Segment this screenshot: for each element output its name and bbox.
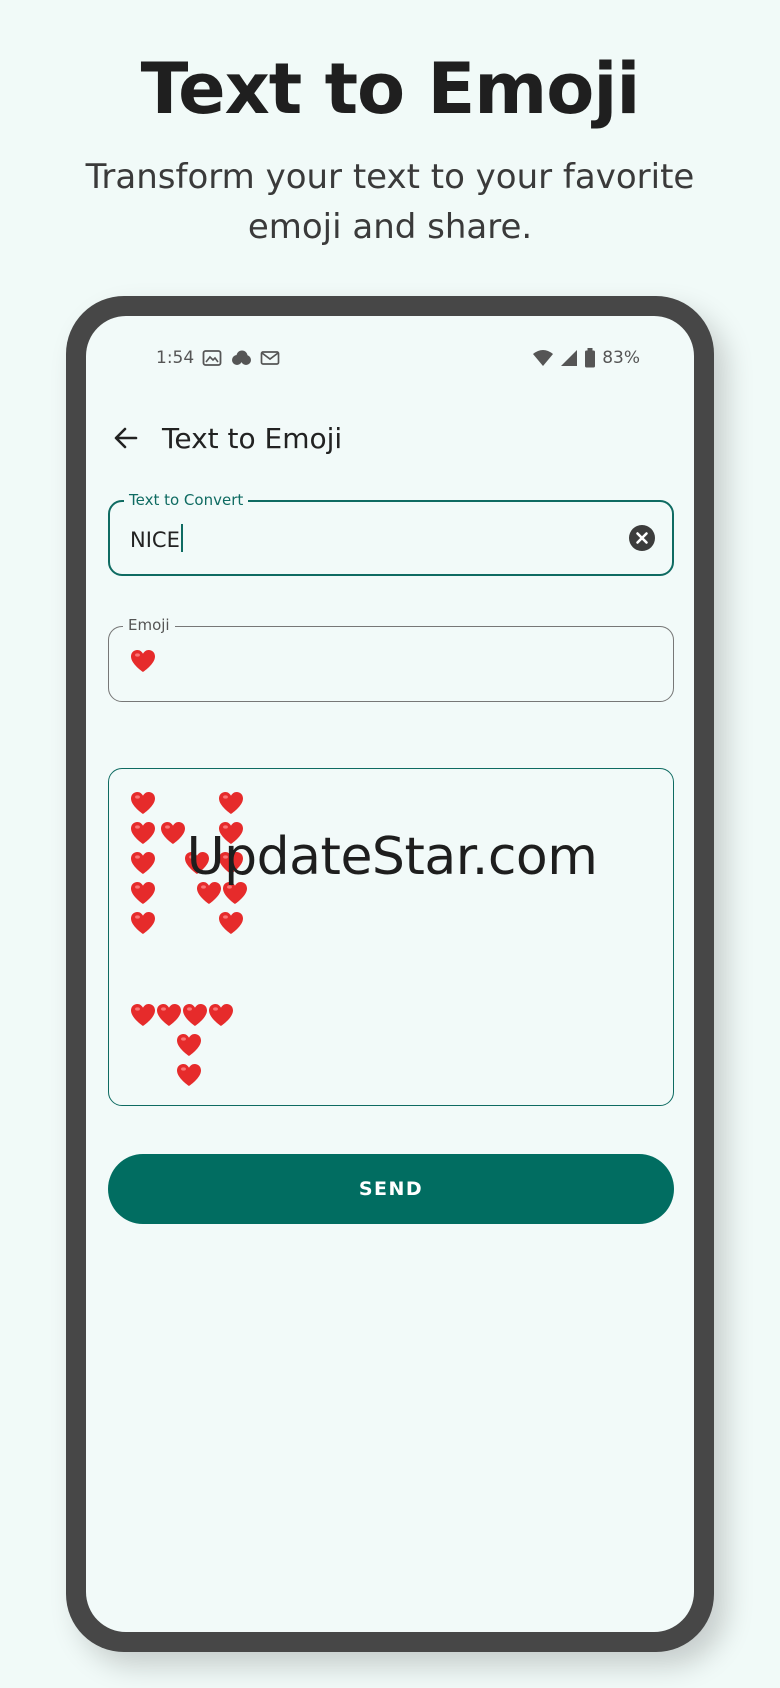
heart-emoji [177, 1034, 201, 1056]
send-button[interactable]: SEND [108, 1154, 674, 1224]
mail-icon [260, 351, 280, 365]
heart-emoji [157, 1004, 181, 1026]
text-caret [180, 524, 183, 552]
heart-emoji [219, 912, 243, 934]
heart-emoji [131, 1004, 155, 1026]
emoji-output-box[interactable]: UpdateStar.com [108, 768, 674, 1106]
emoji-field[interactable]: Emoji [108, 616, 674, 702]
hero-title: Text to Emoji [140, 48, 641, 130]
app-bar: Text to Emoji [86, 408, 694, 468]
battery-icon [585, 348, 596, 368]
text-to-convert-field[interactable]: Text to Convert NICE [108, 491, 674, 576]
heart-emoji [183, 1004, 207, 1026]
wifi-icon [533, 350, 554, 366]
emoji-label: Emoji [123, 616, 175, 634]
arrow-left-icon[interactable] [108, 420, 144, 456]
heart-emoji [209, 1004, 233, 1026]
watermark: UpdateStar.com [186, 827, 598, 887]
clear-circle-icon[interactable] [628, 524, 656, 552]
cloud-icon [232, 350, 252, 365]
text-to-convert-text: NICE [130, 528, 180, 552]
phone-frame: 1:54 83% Text to Emoji Text to Convert N… [66, 296, 714, 1652]
heart-emoji [131, 792, 155, 814]
text-to-convert-label: Text to Convert [124, 491, 249, 509]
hero-subtitle: Transform your text to your favorite emo… [85, 157, 695, 247]
gallery-icon [202, 350, 222, 366]
app-bar-title: Text to Emoji [162, 422, 343, 455]
signal-icon [561, 350, 578, 366]
heart-emoji [131, 912, 155, 934]
text-to-convert-value[interactable]: NICE [130, 524, 183, 552]
status-bar: 1:54 83% [86, 348, 694, 378]
heart-emoji-value [131, 650, 155, 672]
phone-screen: 1:54 83% Text to Emoji Text to Convert N… [86, 316, 694, 1632]
heart-emoji [177, 1064, 201, 1086]
heart-emoji [219, 792, 243, 814]
status-time: 1:54 [156, 348, 195, 368]
battery-level: 83% [602, 348, 640, 368]
